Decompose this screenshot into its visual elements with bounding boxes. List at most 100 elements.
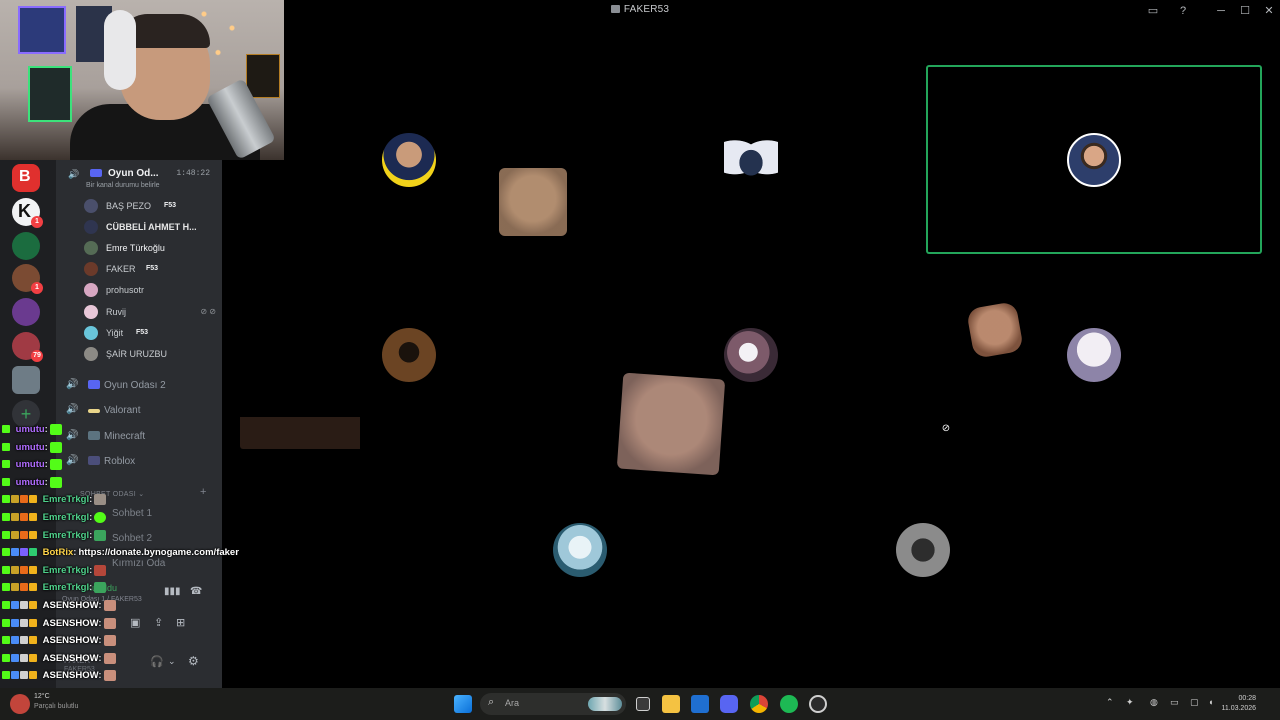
server-icon-gray[interactable] bbox=[12, 366, 40, 394]
voice-member[interactable]: BAŞ PEZO F53 bbox=[84, 198, 218, 216]
member-tag: F53 bbox=[164, 202, 177, 209]
server-icon-purple[interactable] bbox=[12, 298, 40, 326]
voice-channel-oyun-odasi-2[interactable]: 🔊 Oyun Odası 2 bbox=[66, 377, 216, 395]
participant-avatar bbox=[381, 327, 436, 382]
close-button[interactable]: ✕ bbox=[1261, 3, 1277, 19]
server-icon-k[interactable]: K 1 bbox=[12, 198, 43, 228]
voice-member[interactable]: Ruvij ⊘ ⊘ bbox=[84, 304, 218, 322]
chat-username: ASENSHOW bbox=[42, 653, 99, 665]
volume-icon[interactable]: ◖ bbox=[1208, 697, 1213, 707]
participant-avatar bbox=[1067, 327, 1121, 382]
channel-status-input[interactable]: Bir kanal durumu belirle bbox=[86, 182, 160, 189]
chat-separator: : bbox=[98, 600, 102, 612]
chat-emote bbox=[94, 582, 107, 593]
participant-tile-speaking[interactable] bbox=[926, 65, 1262, 254]
kick-badge-icon bbox=[2, 478, 10, 487]
server-icon-green[interactable] bbox=[12, 232, 40, 260]
taskbar-search-box[interactable]: ⌕ Ara bbox=[480, 693, 626, 715]
avatar bbox=[84, 283, 98, 297]
voice-member[interactable]: prohusotr bbox=[84, 282, 218, 300]
voice-member[interactable]: FAKER F53 bbox=[84, 261, 218, 279]
chat-separator: : bbox=[44, 442, 48, 454]
voice-member[interactable]: ŞAİR URUZBU bbox=[84, 346, 218, 364]
chat-separator: : bbox=[44, 424, 48, 436]
server-icon-b[interactable]: B bbox=[12, 164, 40, 192]
chat-message[interactable]: https://donate.bynogame.com/faker bbox=[78, 547, 238, 558]
help-icon[interactable]: ? bbox=[1175, 3, 1191, 19]
spotify-icon[interactable] bbox=[780, 695, 798, 713]
voice-member[interactable]: CÜBBELİ AHMET H... bbox=[84, 219, 218, 237]
video-strip bbox=[240, 417, 360, 449]
member-tag: F53 bbox=[136, 329, 149, 336]
server-icon-avatar[interactable]: 1 bbox=[12, 264, 43, 294]
window-title-text: FAKER53 bbox=[623, 4, 670, 15]
chat-line: umutu: bbox=[2, 477, 62, 493]
clock-time: 00:28 bbox=[1238, 695, 1256, 702]
chrome-icon[interactable] bbox=[750, 695, 768, 713]
avatar bbox=[84, 199, 98, 213]
member-name: FAKER bbox=[106, 264, 136, 274]
windows-start-icon[interactable] bbox=[454, 695, 472, 713]
maximize-button[interactable]: ☐ bbox=[1237, 3, 1253, 19]
weather-temp: 12°C bbox=[34, 693, 50, 700]
taskbar-clock[interactable]: 00:28 11.03.2026 bbox=[1221, 694, 1256, 714]
store-icon[interactable] bbox=[691, 695, 709, 713]
kick-badge-icon bbox=[2, 460, 10, 469]
chat-badges bbox=[2, 477, 11, 488]
tray-app-icon[interactable]: ◍ bbox=[1150, 697, 1158, 708]
inbox-icon[interactable]: ▭ bbox=[1145, 3, 1161, 19]
participant-tile[interactable] bbox=[754, 455, 1091, 644]
chat-line: ASENSHOW: bbox=[2, 618, 116, 634]
keyboard-icon[interactable]: ▭ bbox=[1170, 697, 1179, 708]
chat-line: EmreTrkgl: bbox=[2, 494, 107, 510]
avatar bbox=[84, 326, 98, 340]
chat-separator: : bbox=[98, 618, 102, 630]
chat-badges bbox=[2, 618, 38, 629]
tray-app-icon[interactable]: ✦ bbox=[1126, 697, 1134, 708]
chat-username: BotRix bbox=[42, 547, 74, 559]
voice-channel-name: Oyun Od... bbox=[108, 168, 159, 179]
chat-emote bbox=[94, 494, 107, 505]
chat-badges bbox=[2, 547, 38, 558]
participant-tile[interactable] bbox=[411, 455, 748, 644]
participant-avatar bbox=[1067, 132, 1121, 187]
headphones bbox=[104, 10, 136, 90]
chat-username: EmreTrkgl bbox=[42, 494, 90, 506]
chat-line: ASENSHOW: bbox=[2, 670, 116, 686]
chat-emote bbox=[94, 565, 107, 576]
participant-tile[interactable] bbox=[583, 65, 919, 254]
chat-badges bbox=[2, 530, 38, 541]
network-icon[interactable]: ▢ bbox=[1190, 697, 1199, 708]
server-icon-red[interactable]: 79 bbox=[12, 332, 43, 362]
stream-chat-overlay: umutu: umutu: umutu: umutu: EmreTrkgl: E… bbox=[0, 406, 260, 686]
chat-username: umutu bbox=[15, 477, 45, 489]
weather-icon[interactable] bbox=[10, 694, 30, 714]
unread-badge: 1 bbox=[31, 216, 43, 228]
chat-emote bbox=[49, 459, 62, 470]
voice-member[interactable]: Yiğit F53 bbox=[84, 325, 218, 343]
tray-overflow-icon[interactable]: ⌃ bbox=[1106, 697, 1114, 708]
member-name: CÜBBELİ AHMET H... bbox=[106, 222, 197, 232]
discord-icon[interactable] bbox=[720, 695, 738, 713]
member-name: Ruvij bbox=[106, 307, 127, 317]
active-voice-channel[interactable]: 🔊 Oyun Od... 1:48:22 Bir kanal durumu be… bbox=[56, 164, 222, 196]
obs-icon[interactable] bbox=[809, 695, 827, 713]
chat-separator: : bbox=[98, 635, 102, 647]
chat-line: ASENSHOW: bbox=[2, 653, 116, 669]
app-icon bbox=[610, 5, 620, 13]
wall-poster bbox=[28, 66, 72, 122]
chat-separator: : bbox=[89, 582, 93, 594]
chat-username: EmreTrkgl bbox=[42, 530, 90, 542]
voice-member[interactable]: Emre Türkoğlu bbox=[84, 240, 218, 258]
chat-username: ASENSHOW bbox=[42, 670, 99, 682]
voice-channel-name: Oyun Odası 2 bbox=[104, 380, 166, 391]
participant-tile[interactable] bbox=[240, 260, 577, 449]
file-explorer-icon[interactable] bbox=[662, 695, 680, 713]
avatar bbox=[84, 262, 98, 276]
participant-tile[interactable]: ⊘ bbox=[926, 260, 1262, 449]
task-view-icon[interactable] bbox=[636, 697, 650, 711]
chat-line: ASENSHOW: bbox=[2, 635, 116, 651]
chat-separator: : bbox=[44, 459, 48, 471]
kick-badge-icon bbox=[2, 425, 10, 434]
minimize-button[interactable]: ─ bbox=[1213, 3, 1229, 19]
